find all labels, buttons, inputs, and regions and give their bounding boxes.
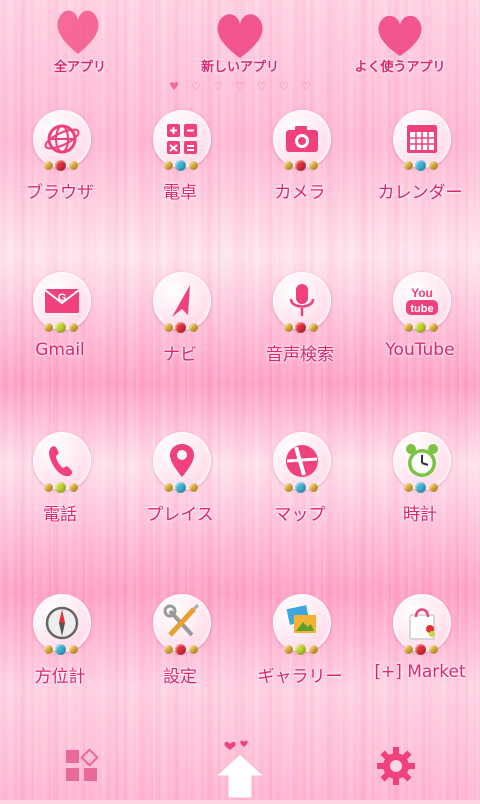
app-label: プレイス — [146, 505, 214, 525]
microphone-icon — [289, 284, 315, 316]
tab-frequent-apps[interactable]: よく使うアプリ — [320, 0, 480, 80]
youtube-icon: You tube — [406, 286, 438, 315]
app-icon-map-pin[interactable]: プレイス — [120, 430, 240, 540]
app-icon-shopping-bag[interactable]: [+] Market — [360, 592, 480, 702]
app-icon-globe[interactable]: ブラウザ — [0, 108, 120, 218]
svg-text:tube: tube — [410, 303, 433, 315]
app-icon-camera[interactable]: カメラ — [240, 108, 360, 218]
phone-icon — [49, 446, 73, 477]
page-indicator: ♥ ♡ ♡ ♡ ♡ ♡ ♡ — [0, 80, 480, 93]
app-icon-tools[interactable]: 設定 — [120, 592, 240, 702]
app-icon-compass[interactable]: 方位計 — [0, 592, 120, 702]
tab-label: よく使うアプリ — [354, 60, 446, 75]
app-label: カメラ — [274, 183, 326, 203]
app-icon-mail[interactable]: G Gmail — [0, 270, 120, 380]
app-icon-photos[interactable]: ギャラリー — [240, 592, 360, 702]
bead-decoration — [44, 320, 78, 334]
tools-icon — [163, 603, 200, 637]
app-icon-microphone[interactable]: 音声検索 — [240, 270, 360, 380]
app-label: 電卓 — [163, 183, 197, 203]
mail-icon: G — [44, 289, 80, 313]
bead-decoration — [404, 158, 438, 172]
gear-icon — [377, 747, 415, 785]
bead-decoration — [404, 480, 438, 494]
bead-decoration — [404, 642, 438, 656]
calculator-icon — [167, 124, 197, 154]
tab-label: 全アプリ — [53, 60, 106, 75]
compass-icon — [45, 606, 79, 640]
bead-decoration — [44, 158, 78, 172]
camera-icon — [286, 126, 318, 152]
grid-widgets-icon — [66, 748, 99, 781]
heart-icon — [57, 10, 99, 55]
navigation-arrow-icon — [172, 285, 190, 317]
widgets-button[interactable] — [62, 746, 102, 790]
app-label: [+] Market — [374, 662, 466, 682]
bead-decoration — [164, 320, 198, 334]
app-label: マップ — [274, 505, 326, 525]
app-icon-youtube[interactable]: You tube YouTube — [360, 270, 480, 380]
map-pin-icon — [170, 444, 194, 477]
svg-text:G: G — [58, 292, 67, 304]
page-dot-active: ♥ — [169, 80, 179, 93]
page-dot: ♡ — [301, 80, 311, 93]
page-dot: ♡ — [213, 80, 223, 93]
bead-decoration — [284, 642, 318, 656]
app-icon-calculator[interactable]: 電卓 — [120, 108, 240, 218]
tab-all-apps[interactable]: 全アプリ — [0, 0, 160, 80]
page-dot: ♡ — [235, 80, 245, 93]
page-dot: ♡ — [279, 80, 289, 93]
home-button[interactable] — [214, 738, 266, 804]
bead-decoration — [44, 642, 78, 656]
app-icon-alarm-clock[interactable]: 時計 — [360, 430, 480, 540]
home-icon — [214, 740, 266, 799]
heart-icon — [378, 15, 422, 57]
page-dot: ♡ — [191, 80, 201, 93]
shopping-bag-icon — [409, 608, 435, 640]
bead-decoration — [164, 158, 198, 172]
page-dot: ♡ — [257, 80, 267, 93]
app-label: ナビ — [163, 345, 197, 365]
dock — [0, 730, 480, 800]
bead-decoration — [284, 320, 318, 334]
globe-icon — [44, 124, 80, 154]
app-icon-calendar[interactable]: カレンダー — [360, 108, 480, 218]
top-tab-bar: 全アプリ 新しいアプリ よく使うアプリ ♥ ♡ ♡ ♡ ♡ ♡ ♡ — [0, 0, 480, 100]
app-label: 電話 — [43, 505, 77, 525]
svg-text:You: You — [411, 286, 433, 300]
heart-icon — [217, 14, 263, 59]
calendar-icon — [407, 125, 437, 153]
app-label: YouTube — [385, 340, 455, 360]
app-icon-road-sign[interactable]: マップ — [240, 430, 360, 540]
app-label: ブラウザ — [26, 183, 94, 203]
app-icon-navigation-arrow[interactable]: ナビ — [120, 270, 240, 380]
app-label: ギャラリー — [257, 667, 343, 687]
app-label: 設定 — [163, 667, 197, 687]
app-label: 時計 — [403, 505, 437, 525]
app-icon-phone[interactable]: 電話 — [0, 430, 120, 540]
tab-label: 新しいアプリ — [200, 60, 279, 75]
photos-icon — [286, 605, 316, 633]
bead-decoration — [284, 480, 318, 494]
app-label: 方位計 — [34, 667, 86, 687]
settings-button[interactable] — [374, 744, 418, 792]
app-label: 音声検索 — [266, 345, 334, 365]
bead-decoration — [164, 642, 198, 656]
bead-decoration — [164, 480, 198, 494]
tab-new-apps[interactable]: 新しいアプリ — [160, 0, 320, 80]
alarm-clock-icon — [406, 444, 438, 477]
app-label: カレンダー — [377, 183, 463, 203]
road-sign-icon — [286, 445, 318, 477]
bead-decoration — [404, 320, 438, 334]
bead-decoration — [44, 480, 78, 494]
app-label: Gmail — [35, 340, 85, 360]
bead-decoration — [284, 158, 318, 172]
